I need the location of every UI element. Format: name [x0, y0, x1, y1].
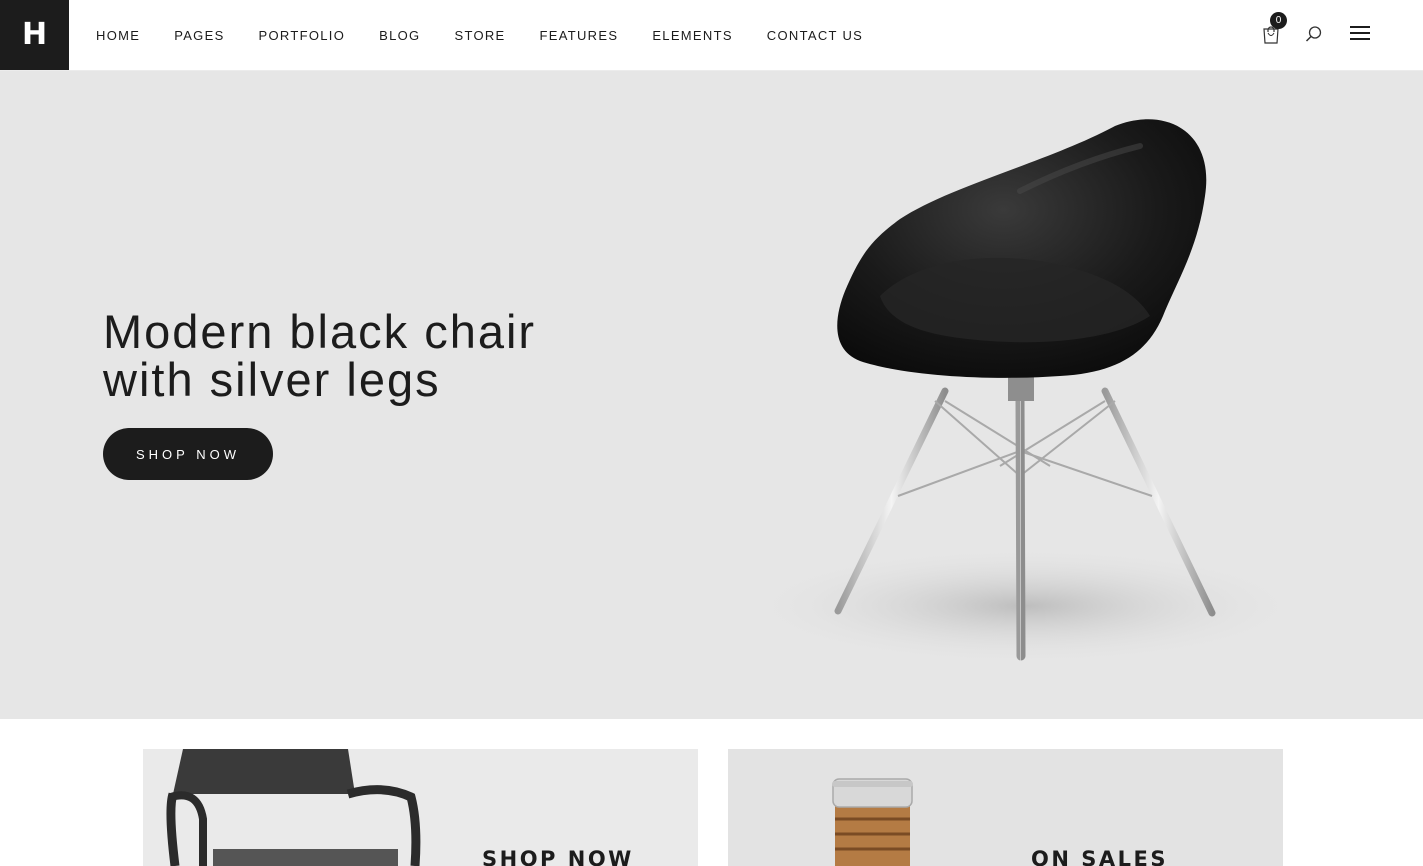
shop-now-button[interactable]: SHOP NOW: [103, 428, 273, 480]
banner-label-shop-now: SHOP NOW: [482, 847, 634, 866]
logo-letter: H: [21, 17, 48, 52]
banner-shop-now[interactable]: SHOP NOW: [143, 749, 698, 866]
nav-contact-us[interactable]: CONTACT US: [767, 28, 863, 43]
hero-title: Modern black chair with silver legs: [103, 308, 536, 404]
hero-slider: Modern black chair with silver legs SHOP…: [0, 71, 1423, 719]
hero-title-line1: Modern black chair: [103, 305, 537, 358]
search-button[interactable]: [1305, 25, 1323, 43]
hamburger-menu-button[interactable]: [1350, 26, 1370, 42]
nav-store[interactable]: STORE: [454, 28, 505, 43]
main-nav: HOME PAGES PORTFOLIO BLOG STORE FEATURES…: [96, 0, 863, 70]
nav-features[interactable]: FEATURES: [540, 28, 619, 43]
hero-chair-image: [740, 119, 1310, 666]
nav-blog[interactable]: BLOG: [379, 28, 420, 43]
glass-jar-image: [832, 778, 913, 866]
banner-on-sales[interactable]: ON SALES: [728, 749, 1283, 866]
site-header: H HOME PAGES PORTFOLIO BLOG STORE FEATUR…: [0, 0, 1423, 71]
nav-home[interactable]: HOME: [96, 28, 140, 43]
hero-title-line2: with silver legs: [103, 353, 441, 406]
logo[interactable]: H: [0, 0, 69, 70]
cart-count-badge: 0: [1270, 12, 1287, 29]
nav-pages[interactable]: PAGES: [174, 28, 224, 43]
banner-label-on-sales: ON SALES: [1031, 847, 1168, 866]
cart-button[interactable]: 0: [1261, 12, 1287, 44]
armchair-image: [166, 749, 421, 866]
hamburger-menu-icon: [1350, 26, 1370, 28]
nav-portfolio[interactable]: PORTFOLIO: [259, 28, 346, 43]
search-icon: [1305, 26, 1322, 42]
nav-elements[interactable]: ELEMENTS: [652, 28, 732, 43]
